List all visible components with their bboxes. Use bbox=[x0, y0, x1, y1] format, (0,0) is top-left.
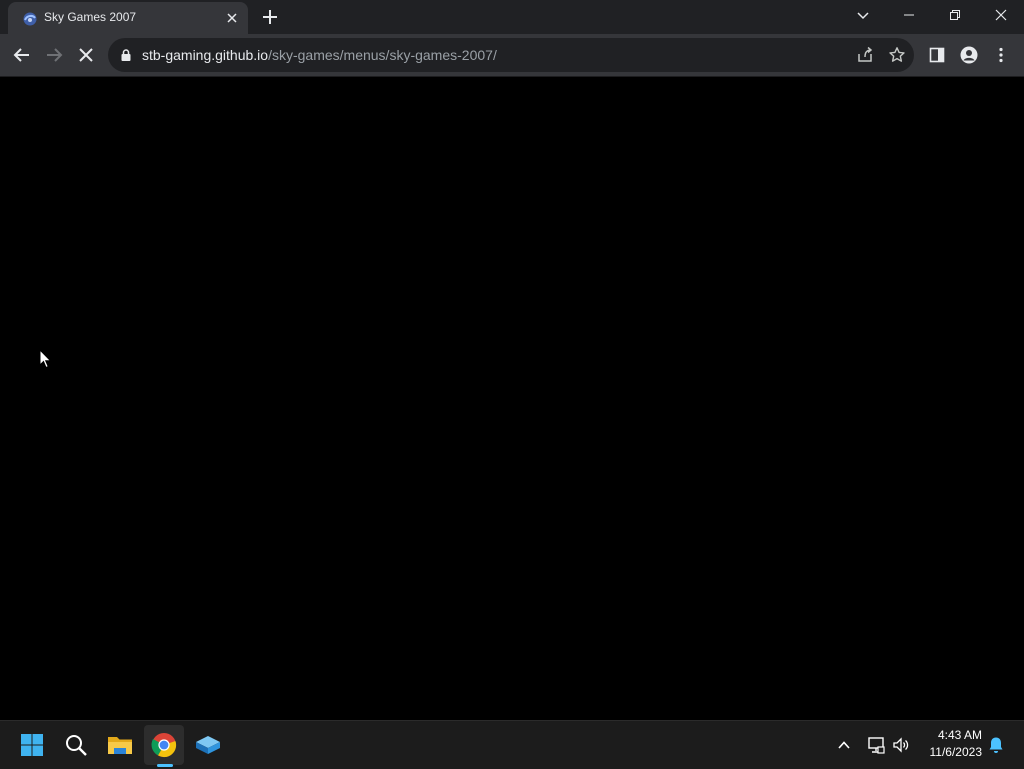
minimize-icon bbox=[904, 14, 914, 16]
restore-icon bbox=[950, 10, 960, 20]
bookmark-star-icon[interactable] bbox=[888, 46, 906, 64]
taskbar-clock[interactable]: 4:43 AM 11/6/2023 bbox=[918, 727, 983, 761]
active-app-indicator bbox=[157, 764, 173, 767]
chrome-icon bbox=[151, 733, 177, 758]
restore-button[interactable] bbox=[932, 0, 978, 30]
taskbar: 4:43 AM 11/6/2023 bbox=[0, 720, 1024, 769]
stop-x-icon bbox=[79, 48, 93, 62]
notifications-button[interactable] bbox=[986, 735, 1006, 755]
app-taskbar-button[interactable] bbox=[188, 725, 228, 765]
new-tab-button[interactable] bbox=[260, 7, 280, 27]
url-host: stb-gaming.github.io bbox=[142, 47, 269, 63]
profile-avatar-icon bbox=[960, 46, 978, 64]
lock-icon[interactable] bbox=[120, 49, 132, 61]
chrome-taskbar-button[interactable] bbox=[144, 725, 184, 765]
clock-time: 4:43 AM bbox=[937, 728, 982, 742]
minimize-button[interactable] bbox=[886, 0, 932, 30]
chevron-up-icon bbox=[838, 741, 850, 749]
browser-titlebar: Sky Games 2007 bbox=[0, 0, 1024, 34]
volume-button[interactable] bbox=[891, 735, 911, 755]
file-explorer-button[interactable] bbox=[100, 725, 140, 765]
side-panel-icon bbox=[929, 47, 945, 63]
close-icon bbox=[995, 9, 1007, 21]
start-button[interactable] bbox=[12, 725, 52, 765]
speaker-icon bbox=[893, 737, 909, 753]
show-hidden-icons-button[interactable] bbox=[834, 735, 854, 755]
url-text[interactable]: stb-gaming.github.io/sky-games/menus/sky… bbox=[142, 47, 497, 63]
search-icon bbox=[66, 735, 87, 756]
blue-box-app-icon bbox=[196, 736, 220, 754]
bell-icon bbox=[989, 737, 1003, 753]
tab-close-button[interactable] bbox=[224, 10, 240, 26]
page-content[interactable] bbox=[0, 77, 1024, 720]
mouse-cursor-icon bbox=[39, 349, 52, 369]
stop-loading-button[interactable] bbox=[74, 43, 98, 67]
tab-search-chevron-icon[interactable] bbox=[854, 7, 872, 25]
address-bar[interactable]: stb-gaming.github.io/sky-games/menus/sky… bbox=[108, 38, 914, 72]
url-path: /sky-games/menus/sky-games-2007/ bbox=[268, 47, 497, 63]
profile-button[interactable] bbox=[959, 45, 979, 65]
site-favicon-icon bbox=[23, 12, 37, 26]
windows-logo-icon bbox=[21, 734, 43, 756]
search-button[interactable] bbox=[56, 725, 96, 765]
folder-icon bbox=[108, 737, 132, 754]
tab-title: Sky Games 2007 bbox=[44, 10, 137, 24]
side-panel-button[interactable] bbox=[927, 45, 947, 65]
arrow-right-icon bbox=[47, 48, 63, 62]
browser-toolbar: stb-gaming.github.io/sky-games/menus/sky… bbox=[0, 34, 1024, 77]
close-icon bbox=[227, 13, 237, 23]
network-icon bbox=[868, 737, 885, 754]
back-button[interactable] bbox=[10, 43, 34, 67]
kebab-menu-icon bbox=[999, 47, 1003, 63]
close-window-button[interactable] bbox=[978, 0, 1024, 30]
network-button[interactable] bbox=[866, 735, 886, 755]
tab-sky-games-2007[interactable]: Sky Games 2007 bbox=[8, 2, 248, 34]
arrow-left-icon bbox=[13, 48, 29, 62]
menu-button[interactable] bbox=[991, 45, 1011, 65]
forward-button[interactable] bbox=[42, 43, 66, 67]
share-icon[interactable] bbox=[856, 46, 874, 64]
clock-date: 11/6/2023 bbox=[929, 745, 983, 759]
